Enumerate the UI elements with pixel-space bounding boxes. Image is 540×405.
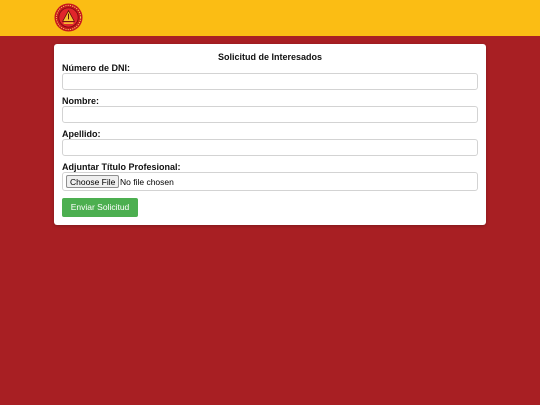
choose-file-button[interactable]: Choose File [66,175,120,188]
application-form-card: Solicitud de Interesados Número de DNI: … [54,44,486,225]
apellido-label: Apellido: [62,129,101,139]
titulo-file-label: Adjuntar Título Profesional: [62,162,181,172]
nombre-input[interactable] [62,106,478,123]
form-title: Solicitud de Interesados [217,52,323,62]
dni-label: Número de DNI: [62,63,131,73]
dni-input[interactable] [62,73,478,90]
titulo-file-input[interactable]: Choose File No file chosen [62,172,478,191]
file-status-text: No file chosen [120,177,174,187]
emblem-logo-icon [54,3,83,32]
nombre-label: Nombre: [62,96,100,106]
top-header-bar [0,0,540,36]
apellido-input[interactable] [62,139,478,156]
submit-application-button[interactable]: Enviar Solicitud [62,198,138,217]
